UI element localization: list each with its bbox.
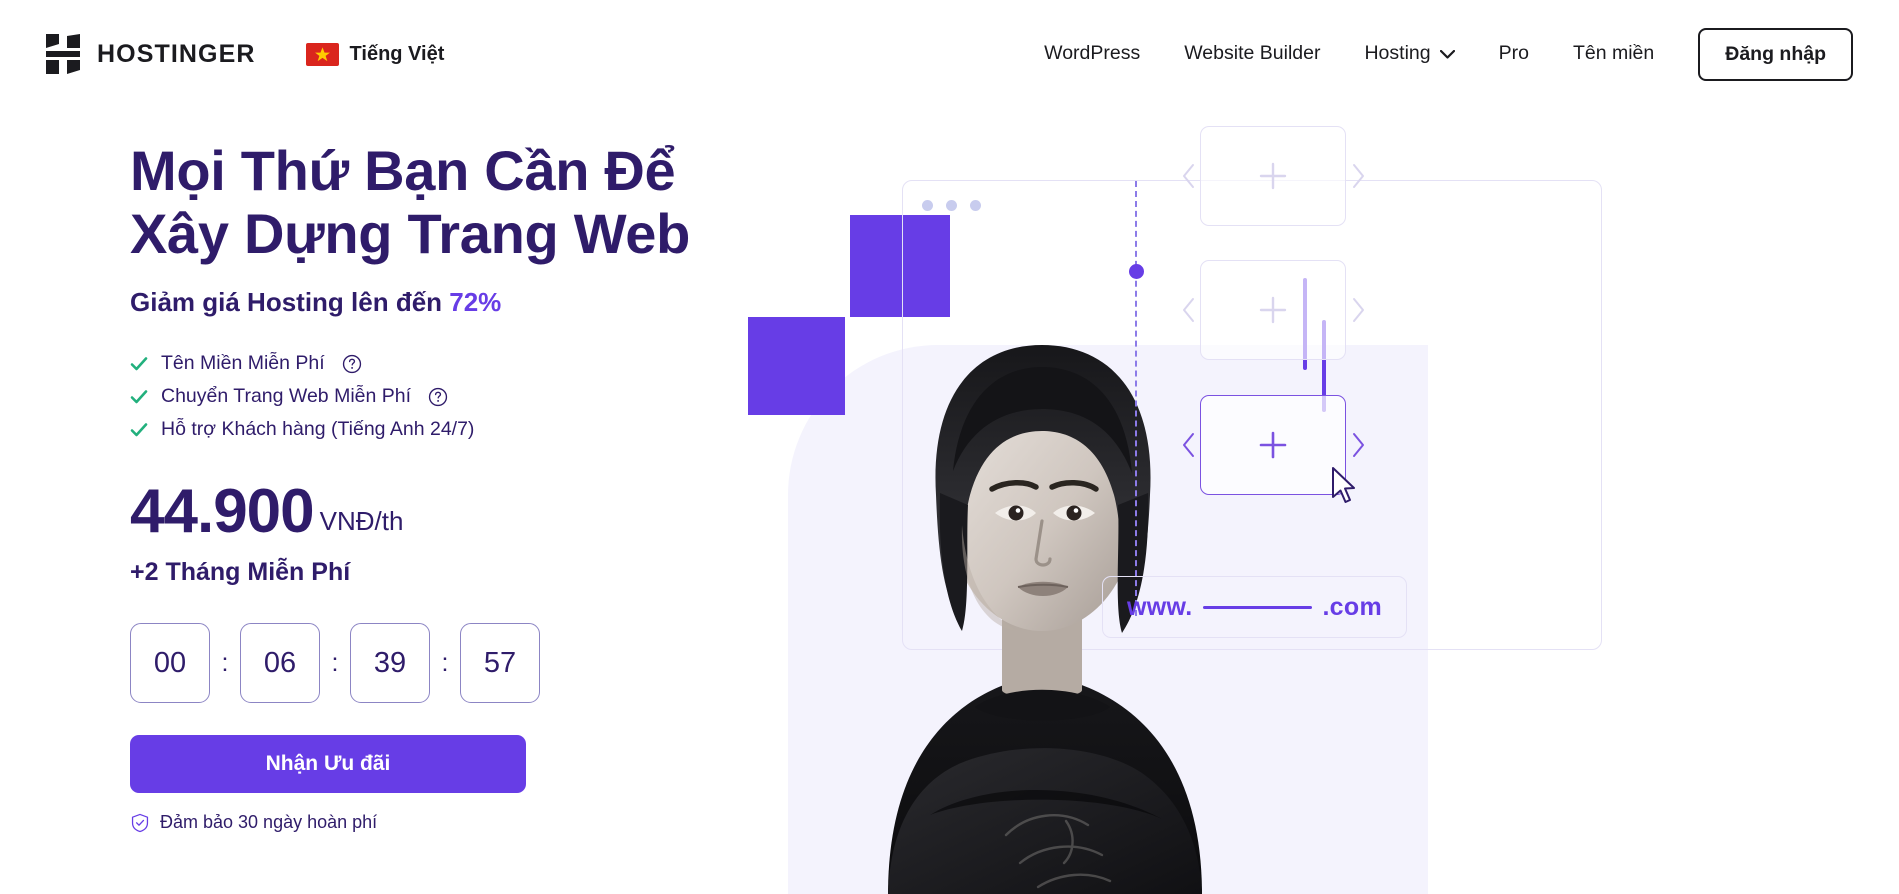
chevron-right-icon[interactable] xyxy=(1350,163,1366,189)
countdown-timer: 00 : 06 : 39 : 57 xyxy=(130,623,750,704)
plus-icon xyxy=(1255,427,1291,463)
feature-label: Chuyển Trang Web Miễn Phí xyxy=(161,385,412,408)
login-button[interactable]: Đăng nhập xyxy=(1698,27,1853,81)
check-icon xyxy=(130,355,148,373)
shield-check-icon xyxy=(130,813,150,833)
nav-item-hosting[interactable]: Hosting xyxy=(1342,44,1476,64)
main-nav: WordPress Website Builder Hosting Pro Tê… xyxy=(1022,27,1853,81)
help-circle-icon[interactable] xyxy=(338,354,362,374)
discount-percent: 72% xyxy=(449,287,502,318)
chevron-left-icon[interactable] xyxy=(1181,432,1197,458)
price-unit: VNĐ/th xyxy=(319,506,404,537)
nav-label: Website Builder xyxy=(1184,42,1321,65)
price-block: 44.900 VNĐ/th xyxy=(130,477,750,547)
mouse-pointer-icon xyxy=(1330,466,1358,506)
chevron-right-icon[interactable] xyxy=(1350,297,1366,323)
nav-item-pro[interactable]: Pro xyxy=(1477,44,1551,64)
nav-item-website-builder[interactable]: Website Builder xyxy=(1162,44,1342,64)
countdown-separator: : xyxy=(441,648,449,677)
price-note: +2 Tháng Miễn Phí xyxy=(130,558,351,587)
brand-name: HOSTINGER xyxy=(97,39,256,68)
list-item: Hỗ trợ Khách hàng (Tiếng Anh 24/7) xyxy=(130,418,750,441)
builder-block-card-1[interactable] xyxy=(1200,126,1346,226)
brand-logo[interactable]: HOSTINGER xyxy=(46,34,256,74)
chevron-left-icon[interactable] xyxy=(1181,297,1197,323)
subheadline-text: Giảm giá Hosting lên đến xyxy=(130,287,450,318)
check-icon xyxy=(130,421,148,439)
price-amount: 44.900 xyxy=(130,477,315,547)
hostinger-h-logo-icon xyxy=(46,34,80,74)
chevron-right-icon[interactable] xyxy=(1350,432,1366,458)
hero-illustration: www. .com xyxy=(740,0,1899,894)
nav-label: Tên miền xyxy=(1572,42,1655,65)
page-root: HOSTINGER Tiếng Việt WordPress Website B… xyxy=(0,0,1899,894)
vietnam-flag-icon xyxy=(305,42,339,66)
url-blank-line xyxy=(1202,605,1313,609)
nav-item-wordpress[interactable]: WordPress xyxy=(1022,44,1162,64)
list-item: Tên Miền Miễn Phí xyxy=(130,352,750,375)
check-icon xyxy=(130,388,148,406)
nav-label: Pro xyxy=(1498,42,1529,65)
url-prefix: www. xyxy=(1127,592,1193,621)
nav-label: WordPress xyxy=(1044,42,1141,65)
countdown-separator: : xyxy=(331,648,339,677)
dashed-guide-line xyxy=(1135,181,1137,616)
language-label: Tiếng Việt xyxy=(349,42,445,65)
builder-block-card-3[interactable] xyxy=(1200,395,1346,495)
url-suffix: .com xyxy=(1322,592,1382,621)
feature-list: Tên Miền Miễn Phí Chuyển Trang Web Miễn … xyxy=(130,352,750,441)
help-circle-icon[interactable] xyxy=(424,387,448,407)
money-back-guarantee: Đảm bảo 30 ngày hoàn phí xyxy=(130,812,750,833)
countdown-hours: 06 xyxy=(240,623,320,704)
countdown-separator: : xyxy=(221,648,229,677)
feature-label: Hỗ trợ Khách hàng (Tiếng Anh 24/7) xyxy=(161,418,475,441)
page-title: Mọi Thứ Bạn Cần Để Xây Dựng Trang Web xyxy=(130,139,690,265)
countdown-minutes: 39 xyxy=(350,623,430,704)
site-header: HOSTINGER Tiếng Việt WordPress Website B… xyxy=(0,0,1899,108)
nav-item-ten-mien[interactable]: Tên miền xyxy=(1551,44,1676,64)
nav-label: Hosting xyxy=(1364,42,1431,65)
list-item: Chuyển Trang Web Miễn Phí xyxy=(130,385,750,408)
hero-content: Mọi Thứ Bạn Cần Để Xây Dựng Trang Web Gi… xyxy=(130,139,750,833)
countdown-seconds: 57 xyxy=(460,623,540,704)
plus-icon xyxy=(1255,292,1291,328)
feature-label: Tên Miền Miễn Phí xyxy=(161,352,325,375)
chevron-left-icon[interactable] xyxy=(1181,163,1197,189)
domain-url-bar: www. .com xyxy=(1102,576,1407,638)
plus-icon xyxy=(1255,158,1291,194)
countdown-days: 00 xyxy=(130,623,210,704)
guarantee-label: Đảm bảo 30 ngày hoàn phí xyxy=(160,812,378,833)
chevron-down-icon xyxy=(1439,49,1455,59)
guide-anchor-dot xyxy=(1129,264,1144,279)
claim-deal-button[interactable]: Nhận Ưu đãi xyxy=(130,735,526,794)
language-switcher[interactable]: Tiếng Việt xyxy=(305,42,445,66)
builder-block-card-2[interactable] xyxy=(1200,260,1346,360)
hero-subheadline: Giảm giá Hosting lên đến 72% xyxy=(130,287,750,318)
